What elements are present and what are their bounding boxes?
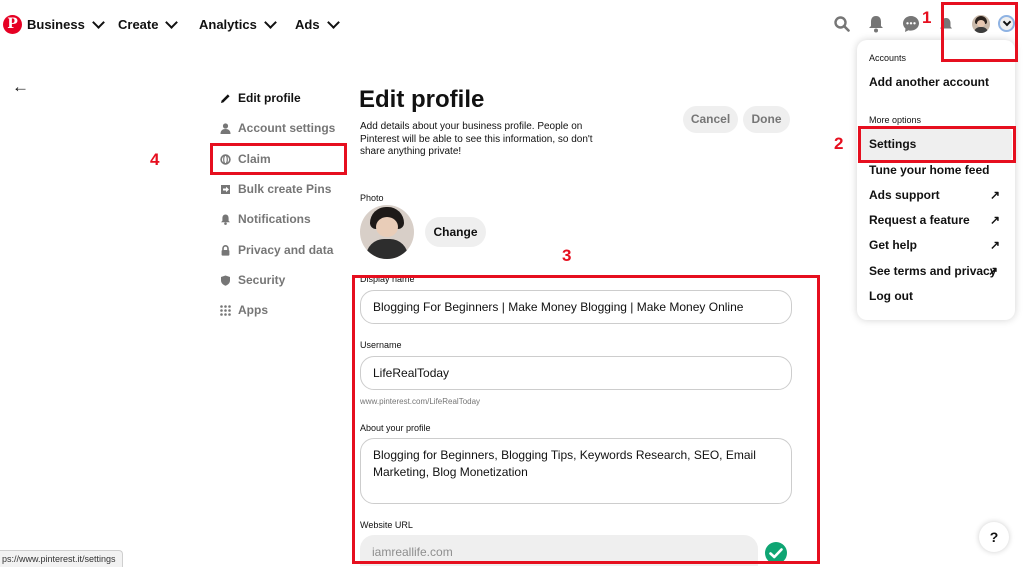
annotation-box-1 xyxy=(941,2,1018,62)
sidebar-item-account-settings[interactable]: Account settings xyxy=(220,121,335,135)
search-icon[interactable] xyxy=(834,15,850,33)
menu-request-feature[interactable]: Request a feature xyxy=(869,213,970,227)
annotation-number-3: 3 xyxy=(562,246,572,265)
profile-photo xyxy=(360,205,414,259)
nav-create[interactable]: Create xyxy=(118,16,179,32)
nav-analytics[interactable]: Analytics xyxy=(199,16,277,32)
chevron-down-icon xyxy=(263,16,277,29)
bell-icon[interactable] xyxy=(868,15,884,33)
nav-create-label: Create xyxy=(118,17,159,32)
sidebar-item-label: Bulk create Pins xyxy=(238,182,332,196)
sidebar-item-label: Account settings xyxy=(238,121,336,135)
back-arrow-icon[interactable]: ← xyxy=(12,77,29,97)
sidebar-item-notifications[interactable]: Notifications xyxy=(220,212,311,226)
sidebar-item-label: Edit profile xyxy=(238,91,301,105)
external-link-icon: ↗ xyxy=(990,213,1001,227)
external-link-icon: ↗ xyxy=(988,264,999,278)
menu-accounts-heading: Accounts xyxy=(869,53,907,63)
chevron-down-icon xyxy=(326,16,340,29)
menu-ads-support[interactable]: Ads support xyxy=(869,188,940,202)
cancel-button[interactable]: Cancel xyxy=(683,106,738,133)
annotation-box-3 xyxy=(352,275,820,564)
nav-business-label: Business xyxy=(27,17,85,32)
status-bar-url: ps://www.pinterest.it/settings xyxy=(0,550,123,567)
nav-ads-label: Ads xyxy=(295,17,320,32)
messages-icon[interactable] xyxy=(902,15,920,33)
page-title: Edit profile xyxy=(359,86,485,113)
sidebar-item-label: Notifications xyxy=(238,212,311,226)
import-icon xyxy=(221,184,230,194)
sidebar-item-edit-profile[interactable]: Edit profile xyxy=(220,91,301,105)
menu-tune-feed[interactable]: Tune your home feed xyxy=(869,163,989,177)
external-link-icon: ↗ xyxy=(990,188,1001,202)
sidebar-item-label: Apps xyxy=(238,303,268,317)
sidebar-item-label: Privacy and data xyxy=(238,243,334,257)
annotation-number-2: 2 xyxy=(834,134,844,153)
shield-icon xyxy=(221,275,230,286)
menu-log-out[interactable]: Log out xyxy=(869,289,913,303)
change-photo-button[interactable]: Change xyxy=(425,217,486,247)
menu-more-options-heading: More options xyxy=(869,115,922,125)
grid-icon xyxy=(220,304,231,316)
sidebar-item-bulk-create[interactable]: Bulk create Pins xyxy=(220,182,331,196)
bell-icon xyxy=(221,214,230,225)
annotation-number-4: 4 xyxy=(150,150,160,169)
nav-ads[interactable]: Ads xyxy=(295,16,340,32)
page-description: Add details about your business profile.… xyxy=(360,121,593,157)
chevron-down-icon xyxy=(165,16,179,29)
annotation-number-1: 1 xyxy=(922,8,932,27)
menu-add-account[interactable]: Add another account xyxy=(869,75,989,89)
menu-terms-privacy[interactable]: See terms and privacy xyxy=(869,264,996,278)
annotation-box-4 xyxy=(210,143,347,175)
nav-business[interactable]: Business xyxy=(27,16,105,32)
pencil-icon xyxy=(221,93,230,103)
photo-label: Photo xyxy=(360,193,384,203)
external-link-icon: ↗ xyxy=(990,238,1001,252)
person-icon xyxy=(220,122,231,134)
chevron-down-icon xyxy=(91,16,105,29)
menu-get-help[interactable]: Get help xyxy=(869,238,917,252)
annotation-box-2 xyxy=(858,126,1016,163)
pinterest-logo[interactable]: P xyxy=(3,15,22,34)
sidebar-item-security[interactable]: Security xyxy=(220,273,285,287)
lock-icon xyxy=(221,244,230,256)
done-button[interactable]: Done xyxy=(743,106,790,133)
sidebar-item-privacy[interactable]: Privacy and data xyxy=(220,243,333,257)
nav-analytics-label: Analytics xyxy=(199,17,257,32)
sidebar-item-label: Security xyxy=(238,273,286,287)
sidebar-item-apps[interactable]: Apps xyxy=(220,303,268,317)
help-button[interactable]: ? xyxy=(979,522,1009,552)
